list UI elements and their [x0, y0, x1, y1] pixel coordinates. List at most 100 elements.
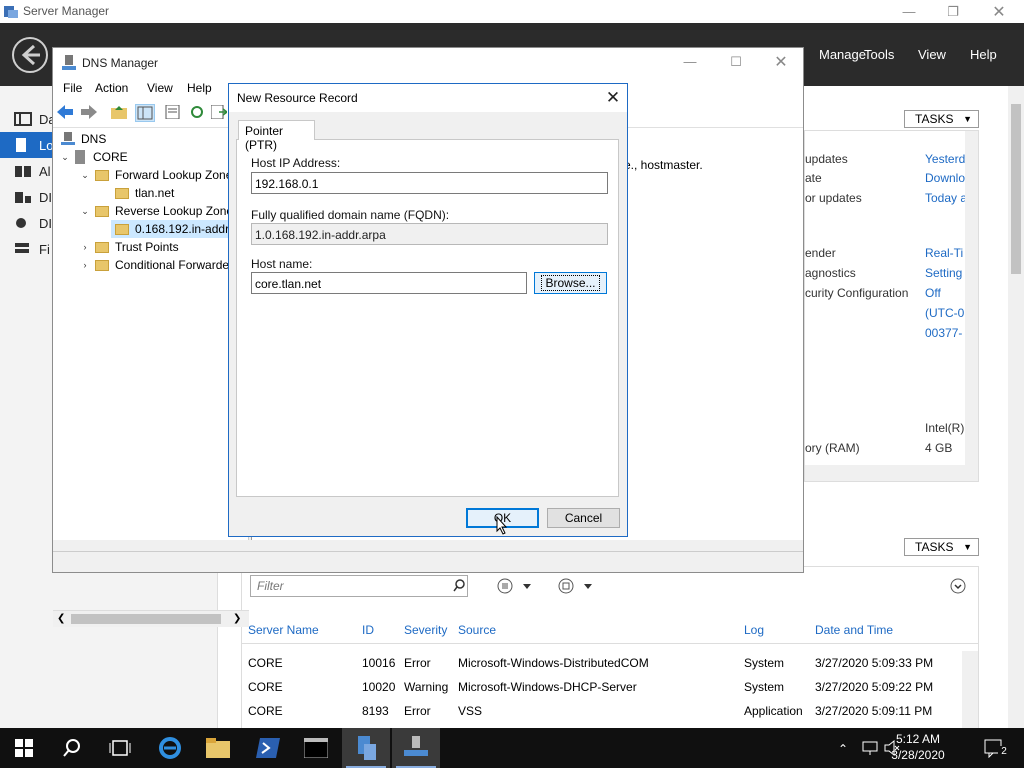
property-label: or updates [805, 191, 862, 205]
maximize-button[interactable]: ❐ [930, 0, 976, 23]
mouse-cursor-icon [496, 516, 508, 535]
events-scrollbar[interactable] [962, 651, 978, 731]
task-view-button[interactable] [96, 728, 144, 768]
server-manager-icon [4, 5, 18, 18]
server-icon [14, 138, 32, 152]
tree-item-dns[interactable]: DNS [61, 130, 106, 148]
host-name-input[interactable]: core.tlan.net [251, 272, 527, 294]
minimize-button[interactable]: — [886, 0, 932, 23]
expand-icon[interactable] [950, 578, 966, 594]
file-explorer-icon[interactable] [194, 728, 242, 768]
start-button[interactable] [0, 728, 48, 768]
network-icon[interactable] [862, 740, 878, 756]
zone-icon [115, 223, 129, 235]
tasks-button-events[interactable]: TASKS ▼ [904, 538, 979, 556]
back-button[interactable] [11, 36, 49, 74]
chevron-down-icon[interactable]: ⌄ [79, 170, 91, 181]
property-value[interactable]: (UTC-0 [925, 306, 964, 320]
property-value[interactable]: Real-Ti [925, 246, 963, 260]
property-value[interactable]: Today a [925, 191, 967, 205]
property-label: ender [805, 246, 836, 260]
host-ip-input[interactable]: 192.168.0.1 [251, 172, 608, 194]
properties-icon[interactable] [165, 105, 181, 119]
property-label: updates [805, 152, 848, 166]
close-button[interactable]: ✕ [976, 0, 1022, 23]
cancel-button[interactable]: Cancel [547, 508, 620, 528]
save-query-icon[interactable] [558, 578, 596, 594]
menu-help[interactable]: Help [187, 81, 212, 95]
forward-arrow-icon[interactable] [81, 105, 97, 119]
export-list-icon[interactable] [211, 105, 227, 119]
dns-titlebar: DNS Manager — ☐ ✕ [53, 48, 803, 78]
scroll-left-icon[interactable]: ❮ [57, 613, 65, 624]
tree-item-conditional-forwarders[interactable]: › Conditional Forwarders [79, 256, 240, 274]
tree-hscrollbar[interactable]: ❮ ❯ [53, 610, 249, 627]
chevron-down-icon[interactable]: ⌄ [59, 152, 71, 163]
tab-pointer-ptr[interactable]: Pointer (PTR) [238, 120, 315, 152]
dialog-close-button[interactable]: ✕ [601, 86, 625, 110]
show-console-tree-icon[interactable] [135, 104, 155, 122]
column-header-log[interactable]: Log [744, 623, 764, 637]
scroll-right-icon[interactable]: ❯ [233, 613, 241, 624]
property-value[interactable]: Downlo [925, 171, 965, 185]
menu-help[interactable]: Help [970, 47, 997, 62]
search-icon[interactable] [453, 579, 466, 592]
dns-manager-taskbar-icon[interactable] [392, 728, 440, 768]
list-options-icon[interactable] [497, 578, 535, 594]
dns-close-button[interactable]: ✕ [758, 50, 804, 73]
command-prompt-icon[interactable] [292, 728, 340, 768]
scrollbar-thumb[interactable] [1011, 104, 1021, 274]
menu-tools[interactable]: Tools [864, 47, 894, 62]
tree-item-trust-points[interactable]: › Trust Points [79, 238, 179, 256]
tree-item-tlan-net[interactable]: tlan.net [115, 184, 174, 202]
property-value[interactable]: 00377- [925, 326, 962, 340]
properties-hscrollbar[interactable] [805, 465, 978, 481]
tasks-button-properties[interactable]: TASKS ▼ [904, 110, 979, 128]
scrollbar-thumb[interactable] [71, 614, 221, 624]
clock[interactable]: 5:12 AM 3/28/2020 [888, 731, 948, 763]
refresh-icon[interactable] [189, 105, 205, 119]
up-folder-icon[interactable] [111, 105, 127, 119]
search-button[interactable] [48, 728, 96, 768]
dns-statusbar [53, 551, 803, 572]
menu-view[interactable]: View [147, 81, 173, 95]
events-panel: Filter Server Name ID Severity Source Lo… [241, 566, 979, 732]
column-header-date-time[interactable]: Date and Time [815, 623, 893, 637]
tree-item-forward-lookup[interactable]: ⌄ Forward Lookup Zones [79, 166, 238, 184]
tree-item-reverse-lookup[interactable]: ⌄ Reverse Lookup Zones [79, 202, 239, 220]
column-header-id[interactable]: ID [362, 623, 374, 637]
main-scrollbar[interactable] [1008, 86, 1024, 732]
chevron-right-icon[interactable]: › [79, 260, 91, 270]
dialog-title: New Resource Record [237, 91, 358, 105]
property-value[interactable]: Setting [925, 266, 962, 280]
powershell-icon[interactable] [244, 728, 292, 768]
dns-app-icon [62, 55, 76, 71]
chevron-up-icon[interactable]: ⌃ [838, 742, 848, 756]
folder-icon [95, 241, 109, 253]
back-arrow-icon[interactable] [57, 105, 73, 119]
server-manager-taskbar-icon[interactable] [342, 728, 390, 768]
browse-button[interactable]: Browse... [534, 272, 607, 294]
filter-input[interactable]: Filter [250, 575, 468, 597]
tree-item-core[interactable]: ⌄ CORE [59, 148, 128, 166]
menu-action[interactable]: Action [95, 81, 128, 95]
internet-explorer-icon[interactable] [146, 728, 194, 768]
column-header-server-name[interactable]: Server Name [248, 623, 319, 637]
property-value[interactable]: Off [925, 286, 941, 300]
dns-maximize-button[interactable]: ☐ [713, 50, 759, 73]
properties-scrollbar[interactable] [965, 131, 978, 465]
menu-view[interactable]: View [918, 47, 946, 62]
server-manager-titlebar: Server Manager — ❐ ✕ [0, 0, 1024, 23]
column-header-severity[interactable]: Severity [404, 623, 447, 637]
menu-file[interactable]: File [63, 81, 82, 95]
chevron-right-icon[interactable]: › [79, 242, 91, 252]
clock-time: 5:12 AM [895, 732, 941, 746]
property-value[interactable]: Yesterd [925, 152, 965, 166]
column-header-source[interactable]: Source [458, 623, 496, 637]
chevron-down-icon[interactable]: ⌄ [79, 206, 91, 217]
folder-icon [95, 259, 109, 271]
dns-minimize-button[interactable]: — [667, 50, 713, 73]
property-label: ate [805, 171, 822, 185]
menu-manage[interactable]: Manage [819, 47, 866, 62]
dns-window-title: DNS Manager [82, 56, 159, 70]
